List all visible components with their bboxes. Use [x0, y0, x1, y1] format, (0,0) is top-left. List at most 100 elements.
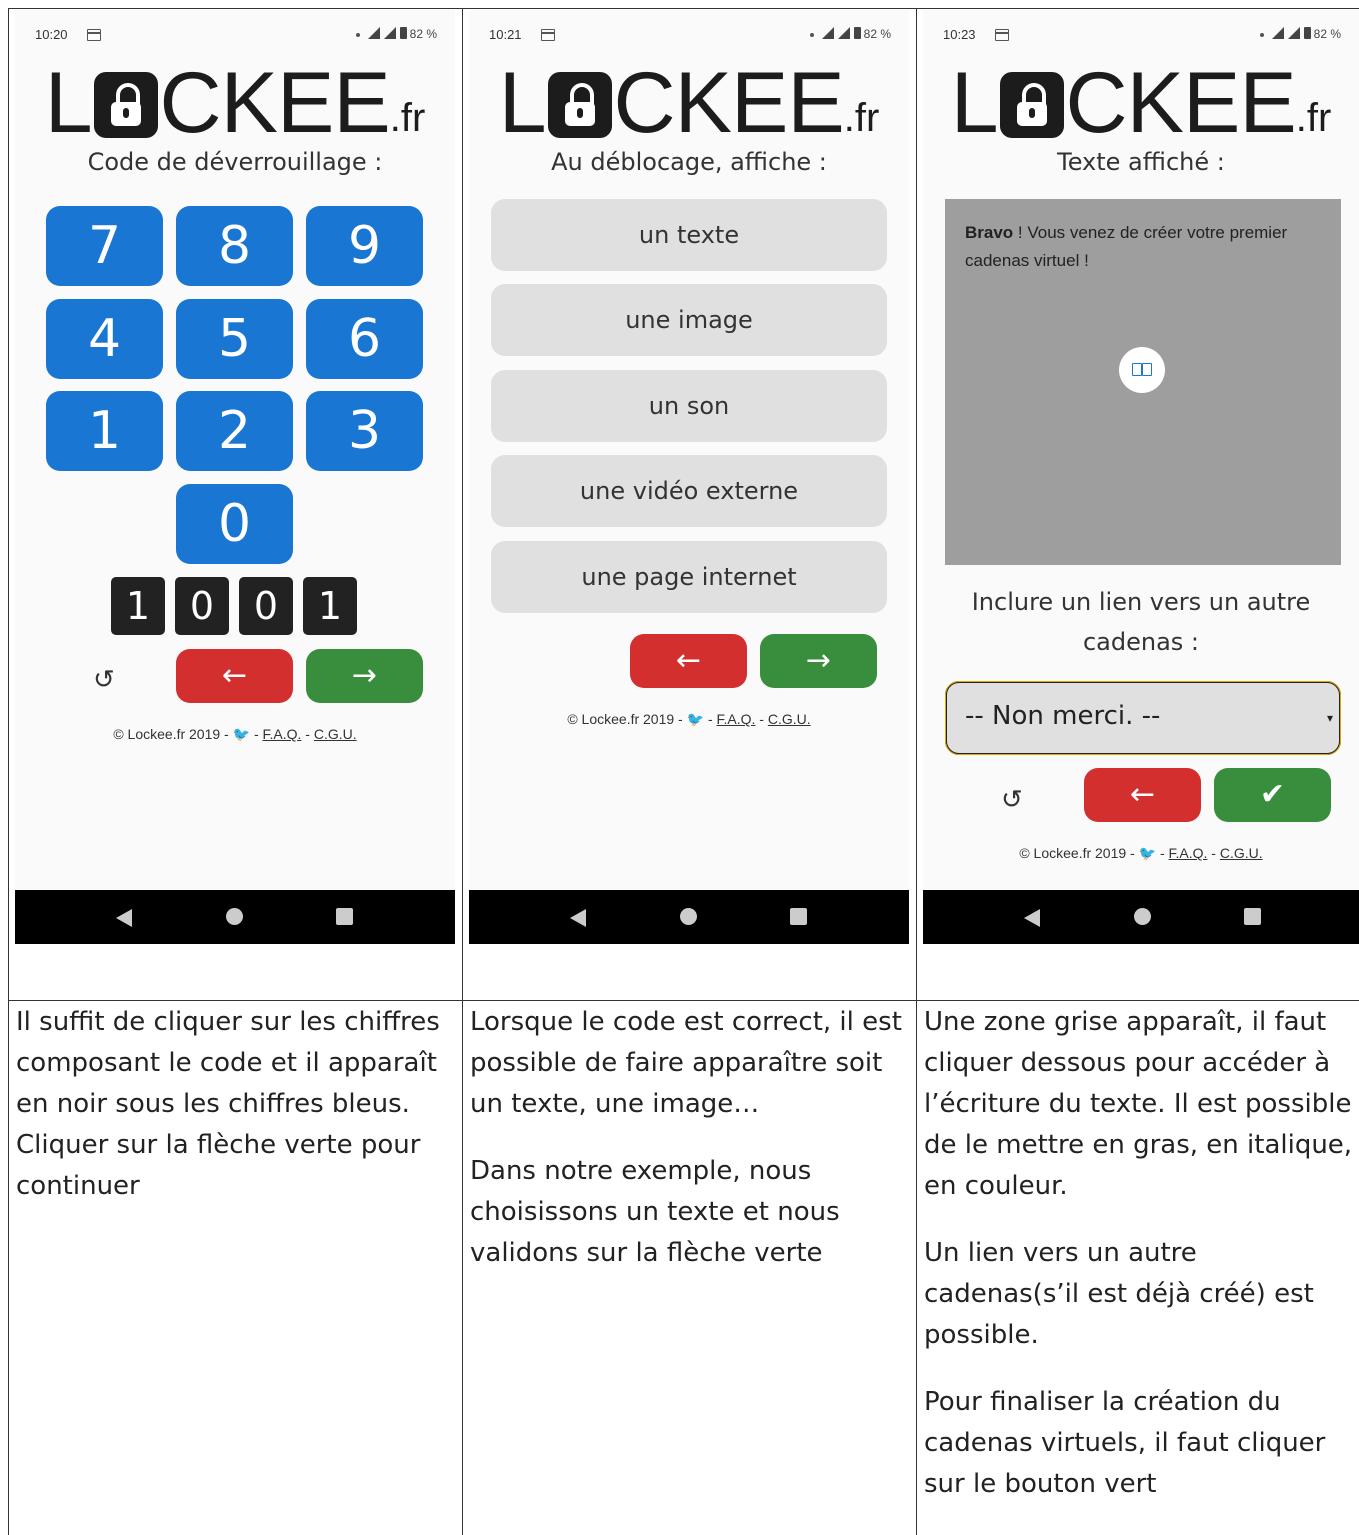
next-button[interactable]: →: [306, 649, 423, 703]
notification-dot-icon: [355, 32, 360, 37]
logo-letter-l: L: [498, 55, 547, 151]
cgu-link[interactable]: C.G.U.: [314, 726, 357, 742]
battery-level: 82 %: [409, 27, 437, 41]
footer-separator: -: [1156, 845, 1169, 861]
logo-suffix: .fr: [843, 96, 880, 140]
logo-letters: CKEE: [613, 55, 845, 151]
caption-paragraph: Il suffit de cliquer sur les chiffres co…: [16, 1007, 440, 1201]
key-8[interactable]: 8: [176, 206, 293, 286]
caption-cell-2: Lorsque le code est correct, il est poss…: [470, 1002, 906, 1300]
footer-copyright: © Lockee.fr 2019 -: [113, 726, 233, 742]
android-nav-bar: [15, 890, 455, 944]
calendar-icon: [995, 29, 1009, 41]
nav-recent-icon[interactable]: [790, 908, 807, 925]
reset-icon[interactable]: ↺: [1001, 785, 1023, 815]
code-digit: 0: [239, 577, 293, 635]
option-sound[interactable]: un son: [491, 370, 887, 442]
padlock-icon: [547, 72, 612, 138]
nav-recent-icon[interactable]: [336, 908, 353, 925]
footer: © Lockee.fr 2019 - 🐦 - F.A.Q. - C.G.U.: [469, 711, 909, 728]
key-2[interactable]: 2: [176, 391, 293, 471]
calendar-icon: [541, 29, 555, 41]
next-button[interactable]: →: [760, 634, 877, 688]
nav-home-icon[interactable]: [1134, 908, 1151, 925]
calendar-icon: [87, 29, 101, 41]
caption-paragraph: Un lien vers un autre cadenas(s’il est d…: [924, 1238, 1314, 1350]
option-webpage[interactable]: une page internet: [491, 541, 887, 613]
footer-separator: -: [1207, 845, 1220, 861]
table-divider-2: [916, 8, 917, 1535]
signal-icon: [367, 27, 380, 39]
logo-letters: CKEE: [159, 55, 391, 151]
caption-cell-3: Une zone grise apparaît, il faut cliquer…: [924, 1002, 1356, 1531]
status-bar: 10:23 82 %: [923, 24, 1359, 48]
twitter-icon[interactable]: 🐦: [233, 726, 250, 742]
caption-paragraph: Une zone grise apparaît, il faut cliquer…: [924, 1007, 1353, 1201]
validate-button[interactable]: ✔: [1214, 768, 1331, 822]
nav-back-icon[interactable]: [570, 909, 586, 927]
link-heading: Inclure un lien vers un autre cadenas :: [971, 588, 1311, 656]
key-7[interactable]: 7: [46, 206, 163, 286]
key-9[interactable]: 9: [306, 206, 423, 286]
nav-recent-icon[interactable]: [1244, 908, 1261, 925]
padlock-icon: [93, 72, 158, 138]
twitter-icon[interactable]: 🐦: [1139, 845, 1156, 861]
phone-screen-1: 10:20 82 % L CKEE.fr Code de déverrouilla…: [15, 10, 455, 944]
key-5[interactable]: 5: [176, 299, 293, 379]
status-time: 10:20: [35, 27, 68, 42]
footer-separator: -: [755, 711, 768, 727]
android-nav-bar: [923, 890, 1359, 944]
reset-icon[interactable]: ↺: [93, 665, 115, 695]
battery-level: 82 %: [1313, 27, 1341, 41]
status-right: 82 %: [1259, 27, 1341, 41]
logo-letter-l: L: [950, 55, 999, 151]
faq-link[interactable]: F.A.Q.: [717, 711, 756, 727]
select-value: -- Non merci. --: [965, 701, 1161, 731]
cgu-link[interactable]: C.G.U.: [768, 711, 811, 727]
nav-back-icon[interactable]: [116, 909, 132, 927]
back-button[interactable]: ←: [1084, 768, 1201, 822]
battery-icon: [1303, 27, 1311, 39]
key-1[interactable]: 1: [46, 391, 163, 471]
signal-icon: [837, 27, 850, 39]
footer-separator: -: [704, 711, 717, 727]
book-icon[interactable]: [1119, 347, 1165, 393]
battery-icon: [399, 27, 407, 39]
key-3[interactable]: 3: [306, 391, 423, 471]
back-button[interactable]: ←: [630, 634, 747, 688]
phone-screen-3: 10:23 82 % L CKEE.fr Texte affiché : Brav…: [923, 10, 1359, 944]
option-text[interactable]: un texte: [491, 199, 887, 271]
footer-copyright: © Lockee.fr 2019 -: [1019, 845, 1139, 861]
text-body: ! Vous venez de créer votre premier cade…: [965, 223, 1288, 270]
page-title: Texte affiché :: [1057, 148, 1225, 176]
lockee-logo: L CKEE.fr: [15, 58, 455, 148]
cgu-link[interactable]: C.G.U.: [1220, 845, 1263, 861]
status-right: 82 %: [355, 27, 437, 41]
code-digit: 1: [111, 577, 165, 635]
faq-link[interactable]: F.A.Q.: [263, 726, 302, 742]
caption-paragraph: Pour finaliser la création du cadenas vi…: [924, 1387, 1326, 1499]
lock-link-select[interactable]: -- Non merci. -- ▾: [945, 681, 1341, 755]
nav-home-icon[interactable]: [226, 908, 243, 925]
lockee-logo: L CKEE.fr: [923, 58, 1359, 148]
lockee-logo: L CKEE.fr: [469, 58, 909, 148]
nav-back-icon[interactable]: [1024, 909, 1040, 927]
caption-cell-1: Il suffit de cliquer sur les chiffres co…: [16, 1002, 452, 1233]
table-divider-1: [462, 8, 463, 1535]
faq-link[interactable]: F.A.Q.: [1169, 845, 1208, 861]
text-zone[interactable]: Bravo ! Vous venez de créer votre premie…: [945, 199, 1341, 565]
key-0[interactable]: 0: [176, 484, 293, 564]
phone-screen-2: 10:21 82 % L CKEE.fr Au déblocage, affich…: [469, 10, 909, 944]
twitter-icon[interactable]: 🐦: [687, 711, 704, 727]
footer: © Lockee.fr 2019 - 🐦 - F.A.Q. - C.G.U.: [15, 726, 455, 743]
option-image[interactable]: une image: [491, 284, 887, 356]
nav-home-icon[interactable]: [680, 908, 697, 925]
back-button[interactable]: ←: [176, 649, 293, 703]
footer-separator: -: [250, 726, 263, 742]
key-4[interactable]: 4: [46, 299, 163, 379]
key-6[interactable]: 6: [306, 299, 423, 379]
battery-level: 82 %: [863, 27, 891, 41]
android-nav-bar: [469, 890, 909, 944]
code-digit: 1: [303, 577, 357, 635]
option-video[interactable]: une vidéo externe: [491, 455, 887, 527]
